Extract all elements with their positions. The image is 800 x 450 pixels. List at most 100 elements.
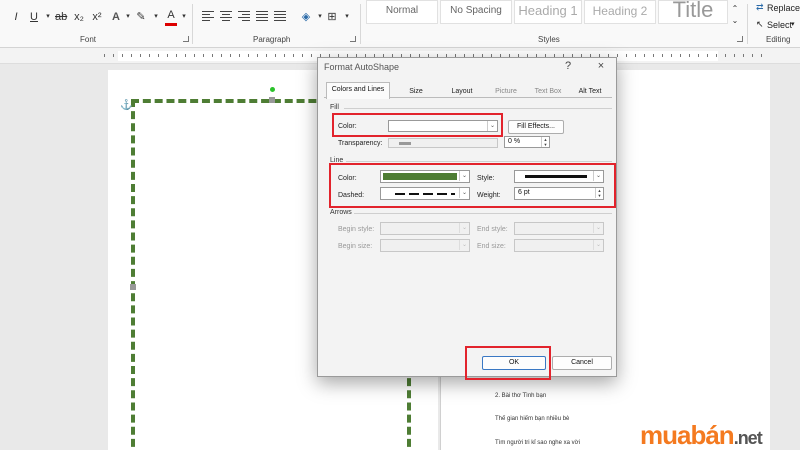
ruler-tick <box>167 54 168 57</box>
select-icon[interactable]: ↖ <box>756 19 764 30</box>
ruler-tick <box>626 54 627 57</box>
end-size-dropdown[interactable]: ⌄ <box>514 239 604 252</box>
ruler-tick <box>761 54 762 57</box>
style-normal[interactable]: Normal <box>366 0 438 24</box>
divider <box>747 4 748 44</box>
font-dialog-launcher-icon[interactable] <box>183 36 189 42</box>
format-autoshape-dialog: Format AutoShape ? × Colors and Lines Si… <box>317 57 617 377</box>
ruler-tick <box>284 54 285 57</box>
ruler-tick <box>149 54 150 57</box>
select-dropdown-icon[interactable]: ▾ <box>791 20 795 28</box>
font-color-dropdown-icon[interactable]: ▾ <box>178 8 190 26</box>
ruler-tick <box>707 54 708 57</box>
ruler-tick <box>122 54 123 57</box>
tab-colors-and-lines[interactable]: Colors and Lines <box>326 82 390 99</box>
shading-dropdown-icon[interactable]: ▾ <box>314 8 326 26</box>
rotate-handle[interactable] <box>270 87 275 92</box>
fill-section-label: Fill <box>330 104 339 111</box>
subscript-button[interactable]: x₂ <box>73 8 85 26</box>
ruler-tick <box>644 54 645 57</box>
text-effects-button[interactable]: A <box>110 8 122 26</box>
align-left-icon[interactable] <box>202 11 214 23</box>
highlight-dropdown-icon[interactable]: ▾ <box>150 8 162 26</box>
document-line: Tìm người tri kỉ sao nghe xa vời <box>495 440 580 446</box>
style-heading-1[interactable]: Heading 1 <box>514 0 582 24</box>
tab-layout[interactable]: Layout <box>440 85 484 99</box>
justify-icon[interactable] <box>256 11 268 23</box>
divider <box>360 4 361 44</box>
font-color-button[interactable]: A <box>165 8 177 26</box>
resize-handle[interactable] <box>269 97 275 103</box>
superscript-button[interactable]: x² <box>91 8 103 26</box>
styles-more-icon[interactable]: ⌄ <box>729 12 741 30</box>
style-title[interactable]: Title <box>658 0 728 24</box>
tab-size[interactable]: Size <box>394 85 438 99</box>
brand-name: muabán <box>640 420 735 450</box>
ruler-tick <box>257 54 258 57</box>
underline-button[interactable]: U <box>28 8 40 26</box>
align-center-icon[interactable] <box>220 11 232 23</box>
ruler-tick <box>617 54 618 57</box>
fill-effects-button[interactable]: Fill Effects... <box>508 120 564 134</box>
tab-text-box[interactable]: Text Box <box>526 85 570 99</box>
ruler-tick <box>671 54 672 57</box>
begin-size-dropdown[interactable]: ⌄ <box>380 239 470 252</box>
spinner-icon[interactable]: ▲ ▼ <box>541 137 549 147</box>
ruler-tick <box>734 54 735 57</box>
style-heading-2[interactable]: Heading 2 <box>584 0 656 24</box>
brand-logo: muabán.net <box>640 420 763 450</box>
divider <box>354 213 612 214</box>
ruler-tick <box>140 54 141 57</box>
tab-bar: Colors and Lines Size Layout Picture Tex… <box>324 82 612 99</box>
tab-picture[interactable]: Picture <box>484 85 528 99</box>
anchor-icon: ⚓ <box>120 100 133 111</box>
dialog-title: Format AutoShape <box>324 62 400 72</box>
ruler-tick <box>653 54 654 57</box>
ruler-tick <box>716 54 717 57</box>
align-right-icon[interactable] <box>238 11 250 23</box>
ruler-tick <box>212 54 213 57</box>
ruler-tick <box>662 54 663 57</box>
ruler-tick <box>302 54 303 57</box>
replace-icon[interactable]: ⇄ <box>756 2 764 13</box>
ruler-tick <box>194 54 195 57</box>
ruler-tick <box>248 54 249 57</box>
replace-button[interactable]: Replace <box>767 3 800 13</box>
paragraph-dialog-launcher-icon[interactable] <box>350 36 356 42</box>
transparency-input[interactable]: 0 % ▲ ▼ <box>504 136 550 148</box>
cancel-button[interactable]: Cancel <box>552 356 612 370</box>
ruler-tick <box>176 54 177 57</box>
highlight-box <box>332 113 503 137</box>
strikethrough-button[interactable]: ab <box>55 8 67 26</box>
tab-alt-text[interactable]: Alt Text <box>568 85 612 99</box>
close-button[interactable]: × <box>594 60 608 72</box>
slider-thumb[interactable] <box>399 142 411 145</box>
end-style-dropdown[interactable]: ⌄ <box>514 222 604 235</box>
borders-dropdown-icon[interactable]: ▾ <box>341 8 353 26</box>
transparency-slider[interactable] <box>388 138 498 148</box>
help-button[interactable]: ? <box>561 60 575 72</box>
ruler-tick <box>293 54 294 57</box>
divider <box>346 161 612 162</box>
ruler-tick <box>113 54 114 57</box>
line-spacing-icon[interactable] <box>274 11 286 23</box>
ruler-tick <box>743 54 744 57</box>
shading-icon[interactable]: ◈ <box>300 8 312 26</box>
italic-button[interactable]: I <box>10 8 22 26</box>
divider <box>344 108 612 109</box>
select-button[interactable]: Select <box>767 20 792 30</box>
underline-dropdown-icon[interactable]: ▾ <box>42 8 54 26</box>
resize-handle[interactable] <box>130 284 136 290</box>
highlight-icon[interactable]: ✎ <box>135 8 147 26</box>
begin-size-label: Begin size: <box>338 243 373 250</box>
borders-icon[interactable]: ⊞ <box>326 8 338 26</box>
style-no-spacing[interactable]: No Spacing <box>440 0 512 24</box>
highlight-box <box>329 163 616 208</box>
text-effects-dropdown-icon[interactable]: ▾ <box>122 8 134 26</box>
ruler-tick <box>752 54 753 57</box>
begin-style-dropdown[interactable]: ⌄ <box>380 222 470 235</box>
styles-dialog-launcher-icon[interactable] <box>737 36 743 42</box>
ruler-tick <box>275 54 276 57</box>
arrows-section-label: Arrows <box>330 209 352 216</box>
styles-group-label: Styles <box>538 35 560 44</box>
